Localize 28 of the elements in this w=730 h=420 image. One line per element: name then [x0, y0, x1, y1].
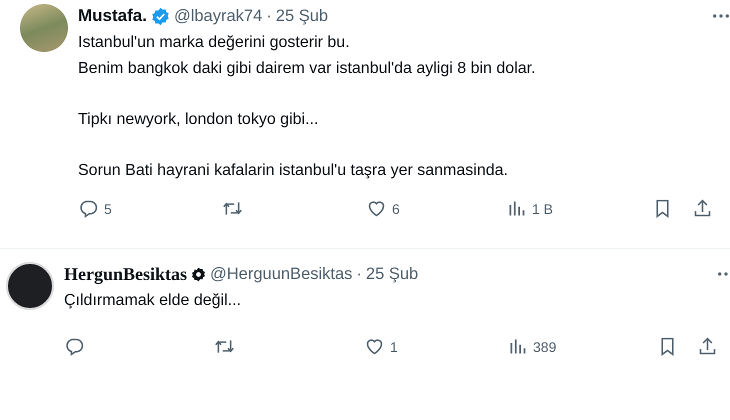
action-count: 389 — [533, 338, 556, 354]
action-count: 5 — [104, 200, 112, 216]
action-count: 6 — [392, 200, 400, 216]
badge-icon — [191, 266, 206, 282]
post-date[interactable]: 25 Şub — [276, 6, 328, 26]
user-name[interactable]: Mustafa. — [78, 6, 147, 26]
post-text: Çıldırmamak elde değil... — [64, 291, 242, 311]
user-handle[interactable]: @lbayrak74 — [174, 6, 262, 26]
action-count: 1 B — [532, 200, 554, 216]
action-count: 1 — [390, 338, 398, 354]
reply-icon[interactable] — [64, 336, 85, 357]
share-icon[interactable] — [697, 336, 718, 357]
avatar-logo[interactable] — [6, 262, 54, 310]
verified-badge-icon — [150, 6, 170, 26]
more-icon[interactable] — [712, 13, 730, 19]
more-icon[interactable] — [717, 271, 730, 277]
post-text: Sorun Bati hayrani kafalarin istanbul'u taşra yer sanmasinda. — [78, 161, 509, 181]
user-handle[interactable]: @HerguunBesiktas — [210, 264, 352, 284]
separator-dot: · — [356, 264, 362, 284]
post-date[interactable]: 25 Şub — [366, 264, 418, 284]
post-text: Tipkı newyork, london tokyo gibi... — [78, 110, 320, 130]
photo-placeholder[interactable] — [20, 4, 68, 52]
share-icon[interactable] — [692, 198, 713, 219]
post-text: Benim bangkok daki gibi dairem var istanbul'da ayligi 8 bin dolar. — [78, 59, 537, 79]
post-text: Istanbul'un marka değerini gosterir bu. — [78, 33, 351, 53]
user-name[interactable]: HergunBesiktas — [64, 264, 188, 284]
reply-icon[interactable] — [78, 198, 99, 219]
separator-dot: · — [266, 6, 272, 26]
